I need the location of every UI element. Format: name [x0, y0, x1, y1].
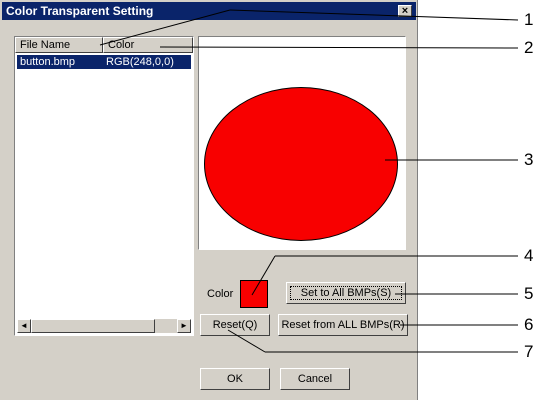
- callout-number-5: 5: [524, 284, 534, 303]
- leader-line-7a: [227, 329, 266, 353]
- leader-line-1: [99, 9, 231, 46]
- leader-line-1b: [229, 9, 519, 21]
- callout-number-7: 7: [524, 342, 534, 361]
- callout-number-1: 1: [524, 10, 534, 29]
- leader-line-2: [159, 46, 519, 49]
- callout-number-3: 3: [524, 150, 534, 169]
- callout-number-6: 6: [524, 315, 534, 334]
- leader-line-4a: [251, 255, 276, 296]
- callout-leader-lines: [99, 9, 519, 353]
- callout-number-2: 2: [524, 38, 534, 57]
- callout-number-4: 4: [524, 246, 534, 265]
